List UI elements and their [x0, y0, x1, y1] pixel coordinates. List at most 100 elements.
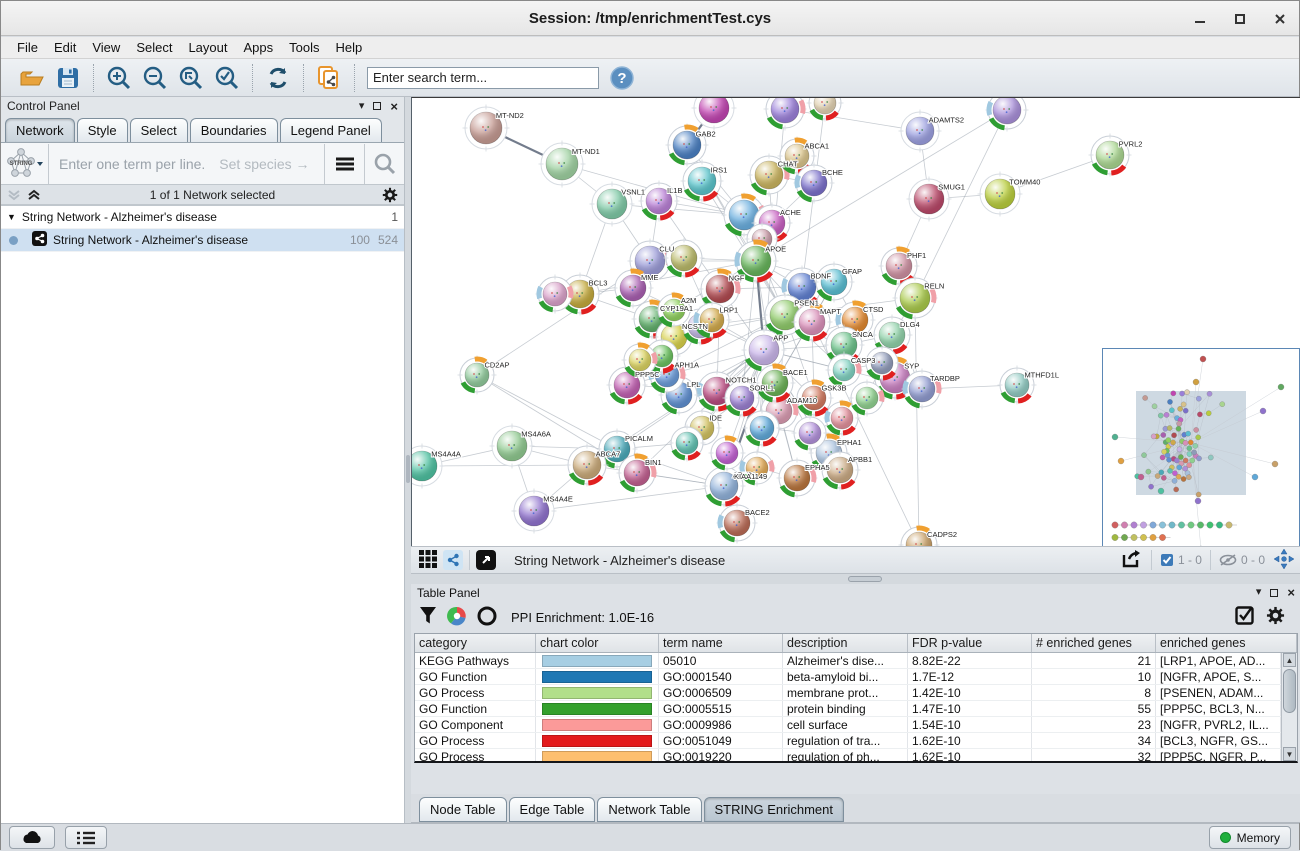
- tab-boundaries[interactable]: Boundaries: [190, 118, 278, 142]
- string-query-input[interactable]: Enter one term per line. Set species →: [49, 156, 324, 172]
- table-panel: Table Panel ▾ × PPI Enrichment: 1.0E-16: [411, 584, 1300, 794]
- table-row[interactable]: GO FunctionGO:0001540beta-amyloid bi...1…: [415, 669, 1281, 685]
- tab-string-enrichment[interactable]: STRING Enrichment: [704, 797, 844, 822]
- column-header-category[interactable]: category: [415, 634, 536, 652]
- menu-file[interactable]: File: [9, 38, 46, 57]
- export-view-icon[interactable]: [1121, 549, 1143, 572]
- minimize-button[interactable]: [1191, 10, 1209, 28]
- menu-view[interactable]: View: [84, 38, 128, 57]
- tab-edge-table[interactable]: Edge Table: [509, 797, 596, 822]
- table-splitter[interactable]: [411, 574, 1300, 584]
- table-row[interactable]: GO FunctionGO:0005515protein binding1.47…: [415, 701, 1281, 717]
- column-header-term-name[interactable]: term name: [659, 634, 783, 652]
- tab-style[interactable]: Style: [77, 118, 128, 142]
- panel-menu-icon[interactable]: ▾: [1256, 587, 1262, 598]
- column-header-FDR-p-value[interactable]: FDR p-value: [908, 634, 1032, 652]
- select-terms-icon[interactable]: [1235, 606, 1254, 628]
- tab-select[interactable]: Select: [130, 118, 188, 142]
- tab-legend-panel[interactable]: Legend Panel: [280, 118, 382, 142]
- string-logo-dropdown[interactable]: STRING: [1, 144, 49, 184]
- network-node[interactable]: [692, 98, 737, 131]
- column-header-enriched-genes[interactable]: enriched genes: [1156, 634, 1297, 652]
- refresh-icon[interactable]: [265, 65, 291, 91]
- overview-node: [1174, 458, 1179, 463]
- network-collection-row[interactable]: ▼ String Network - Alzheimer's disease 1: [1, 206, 404, 229]
- cell-category: KEGG Pathways: [415, 653, 536, 668]
- panel-close-icon[interactable]: ×: [390, 100, 398, 113]
- table-row[interactable]: GO ProcessGO:0019220regulation of ph...1…: [415, 749, 1281, 761]
- close-button[interactable]: [1271, 10, 1289, 28]
- column-header-chart-color[interactable]: chart color: [536, 634, 659, 652]
- maximize-button[interactable]: [1231, 10, 1249, 28]
- node-label: PHF1: [907, 251, 926, 260]
- memory-button[interactable]: Memory: [1209, 826, 1291, 849]
- overview-singleton-node: [1169, 522, 1175, 528]
- string-search-icon[interactable]: [364, 144, 404, 184]
- overview-node: [1206, 411, 1211, 416]
- scroll-up-icon[interactable]: ▲: [1283, 653, 1296, 667]
- menu-tools[interactable]: Tools: [281, 38, 327, 57]
- enrichment-settings-gear-icon[interactable]: [1266, 606, 1285, 628]
- task-history-button[interactable]: [65, 826, 107, 849]
- ring-chart-icon[interactable]: [477, 606, 497, 629]
- zoom-selected-icon[interactable]: [214, 65, 240, 91]
- network-selection-status: 1 of 1 Network selected: [43, 188, 382, 202]
- panel-float-icon[interactable]: [1270, 589, 1278, 597]
- panel-menu-icon[interactable]: ▾: [359, 101, 365, 112]
- zoom-in-icon[interactable]: [106, 65, 132, 91]
- scrollbar-thumb[interactable]: [1283, 669, 1296, 713]
- overview-node: [1278, 384, 1284, 390]
- menu-help[interactable]: Help: [328, 38, 371, 57]
- overview-node: [1174, 487, 1179, 492]
- table-row[interactable]: KEGG Pathways05010Alzheimer's dise...8.8…: [415, 653, 1281, 669]
- pie-chart-icon[interactable]: [447, 606, 467, 629]
- birds-eye-toggle-icon[interactable]: [1273, 548, 1295, 573]
- network-canvas[interactable]: MT-ND2MT-ND1VSNL1GAB2IRS1CHATABCA1BCHEIL…: [411, 97, 1300, 546]
- scroll-down-icon[interactable]: ▼: [1283, 747, 1296, 761]
- network-node[interactable]: [986, 98, 1029, 132]
- save-session-icon[interactable]: [55, 65, 81, 91]
- network-share-icon[interactable]: [443, 550, 463, 570]
- expand-all-icon[interactable]: [27, 189, 43, 201]
- table-row[interactable]: GO ProcessGO:0051049regulation of tra...…: [415, 733, 1281, 749]
- string-menu-icon[interactable]: [324, 144, 364, 184]
- detach-view-icon[interactable]: [476, 550, 496, 570]
- network-row[interactable]: String Network - Alzheimer's disease 100…: [1, 229, 404, 252]
- zoom-fit-icon[interactable]: [178, 65, 204, 91]
- export-network-icon[interactable]: [316, 65, 342, 91]
- network-options-gear-icon[interactable]: [382, 187, 398, 203]
- cell-chart-color: [536, 669, 659, 684]
- search-input[interactable]: [367, 67, 599, 89]
- table-row[interactable]: GO ProcessGO:0006509membrane prot...1.42…: [415, 685, 1281, 701]
- overview-singleton-node: [1226, 522, 1232, 528]
- node-label: SORL1: [749, 384, 774, 393]
- menu-select[interactable]: Select: [128, 38, 180, 57]
- overview-node: [1151, 434, 1156, 439]
- node-label: BACE2: [745, 508, 770, 517]
- menu-edit[interactable]: Edit: [46, 38, 84, 57]
- cloud-status-button[interactable]: [9, 826, 55, 849]
- grid-view-icon[interactable]: [419, 550, 437, 571]
- panel-close-icon[interactable]: ×: [1287, 586, 1295, 599]
- menu-apps[interactable]: Apps: [236, 38, 282, 57]
- column-header--enriched-genes[interactable]: # enriched genes: [1032, 634, 1156, 652]
- collapse-all-icon[interactable]: [7, 189, 23, 201]
- chart-color-swatch: [542, 671, 652, 683]
- panel-float-icon[interactable]: [373, 102, 381, 110]
- menu-layout[interactable]: Layout: [180, 38, 235, 57]
- open-session-icon[interactable]: [19, 65, 45, 91]
- tab-network-table[interactable]: Network Table: [597, 797, 701, 822]
- network-node[interactable]: [664, 238, 705, 279]
- network-overview-panel[interactable]: [1102, 348, 1300, 546]
- cell-FDR-p-value: 1.62E-10: [908, 733, 1032, 748]
- table-row[interactable]: GO ComponentGO:0009986cell surface1.54E-…: [415, 717, 1281, 733]
- tab-network[interactable]: Network: [5, 118, 75, 142]
- tab-node-table[interactable]: Node Table: [419, 797, 507, 822]
- zoom-out-icon[interactable]: [142, 65, 168, 91]
- help-icon[interactable]: ?: [609, 65, 635, 91]
- network-node[interactable]: [764, 98, 807, 131]
- collection-caret-icon[interactable]: ▼: [7, 212, 16, 222]
- table-scrollbar[interactable]: ▲ ▼: [1281, 653, 1297, 761]
- filter-icon[interactable]: [419, 606, 437, 628]
- column-header-description[interactable]: description: [783, 634, 908, 652]
